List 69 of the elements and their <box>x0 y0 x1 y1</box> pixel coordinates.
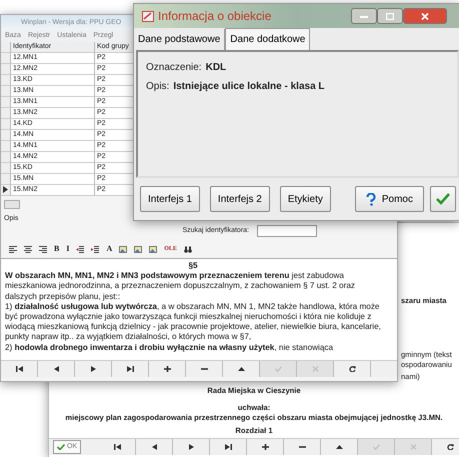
format-button[interactable]: A <box>106 243 112 255</box>
field-label: Oznaczenie: <box>146 61 202 75</box>
dialog-button[interactable]: Etykiety <box>280 186 331 212</box>
row-header-cell[interactable] <box>1 163 11 174</box>
align-left-icon[interactable] <box>9 246 17 252</box>
picture-icon[interactable] <box>149 246 158 252</box>
row-header-cell[interactable] <box>1 97 11 108</box>
close-icon <box>421 12 429 20</box>
window-icon <box>142 10 154 22</box>
refresh-icon <box>348 366 356 372</box>
row-header-cell[interactable] <box>1 53 11 64</box>
format-button[interactable]: B <box>54 243 60 255</box>
row-header-cell[interactable] <box>1 185 11 196</box>
field-label: Opis: <box>146 80 170 94</box>
align-center-icon[interactable] <box>24 246 32 252</box>
plus-icon <box>262 444 269 450</box>
skip-back-icon <box>114 444 121 450</box>
row-header-cell[interactable] <box>1 86 11 97</box>
help-button[interactable]: Pomoc <box>354 186 424 212</box>
plus-icon <box>164 366 170 372</box>
dialog-button[interactable]: Interfejs 2 <box>210 186 270 212</box>
document-paragraph: 2) hodowla drobnego inwentarza i drobiu wyłącznie na własny użytek, nie stanowiąca <box>5 342 334 353</box>
format-button[interactable]: I <box>66 243 70 255</box>
row-pointer-icon <box>3 186 8 193</box>
check-icon <box>372 444 380 450</box>
left-arrow-icon <box>150 444 158 450</box>
row-header-cell[interactable] <box>1 119 11 130</box>
row-header-cell[interactable] <box>1 141 11 152</box>
field-value: KDL <box>206 61 226 75</box>
tab[interactable]: Dane podstawowe <box>134 29 226 50</box>
align-right-icon[interactable] <box>39 246 47 252</box>
row-header-cell[interactable] <box>1 174 11 185</box>
up-arrow-icon <box>238 366 244 372</box>
document-paragraph: W obszarach MN, MN1, MN2 i MN3 podstawowym przeznaczeniem terenu jest zabudowa mieszkaniowa jednorodzinna, a przeznaczeniem dopuszczalnym, z zachowaniem § 7 ust. 2 oraz dalszych przepisów planu, jest:: <box>5 271 356 302</box>
row-header-cell[interactable] <box>1 64 11 75</box>
maximize-button[interactable] <box>377 8 403 24</box>
skip-forward-icon <box>224 444 232 450</box>
x-icon <box>312 366 318 372</box>
picture-icon[interactable] <box>119 246 128 252</box>
binoculars-icon[interactable] <box>184 246 192 252</box>
minimize-button[interactable] <box>351 8 377 24</box>
tab[interactable]: Dane dodatkowe <box>225 28 310 50</box>
question-mark-icon <box>366 192 376 206</box>
ok-button[interactable] <box>430 186 456 212</box>
section-heading: §5 <box>187 261 199 272</box>
check-icon <box>57 444 65 450</box>
right-arrow-icon <box>90 366 96 372</box>
search-field[interactable] <box>257 225 317 237</box>
skip-back-icon <box>16 366 22 372</box>
maximize-icon <box>386 12 394 20</box>
scrollbar-thumb-icon <box>4 200 20 208</box>
indent-icon[interactable] <box>91 246 100 252</box>
skip-forward-icon <box>126 366 134 372</box>
row-header-cell[interactable] <box>1 152 11 163</box>
picture-icon[interactable] <box>134 246 142 252</box>
check-icon <box>274 366 282 372</box>
check-icon <box>436 193 450 205</box>
right-arrow-icon <box>188 444 195 450</box>
field-value: Istniejące ulice lokalne - klasa L <box>173 80 325 94</box>
close-button[interactable] <box>403 8 447 24</box>
outdent-icon[interactable] <box>76 246 84 252</box>
row-header-cell[interactable] <box>1 75 11 86</box>
left-arrow-icon <box>52 366 60 372</box>
dialog-button[interactable]: Interfejs 1 <box>140 186 200 212</box>
x-icon <box>410 444 417 450</box>
row-header-cell[interactable] <box>1 108 11 119</box>
refresh-icon <box>446 444 454 450</box>
up-arrow-icon <box>336 444 343 450</box>
row-header-cell[interactable] <box>1 130 11 141</box>
